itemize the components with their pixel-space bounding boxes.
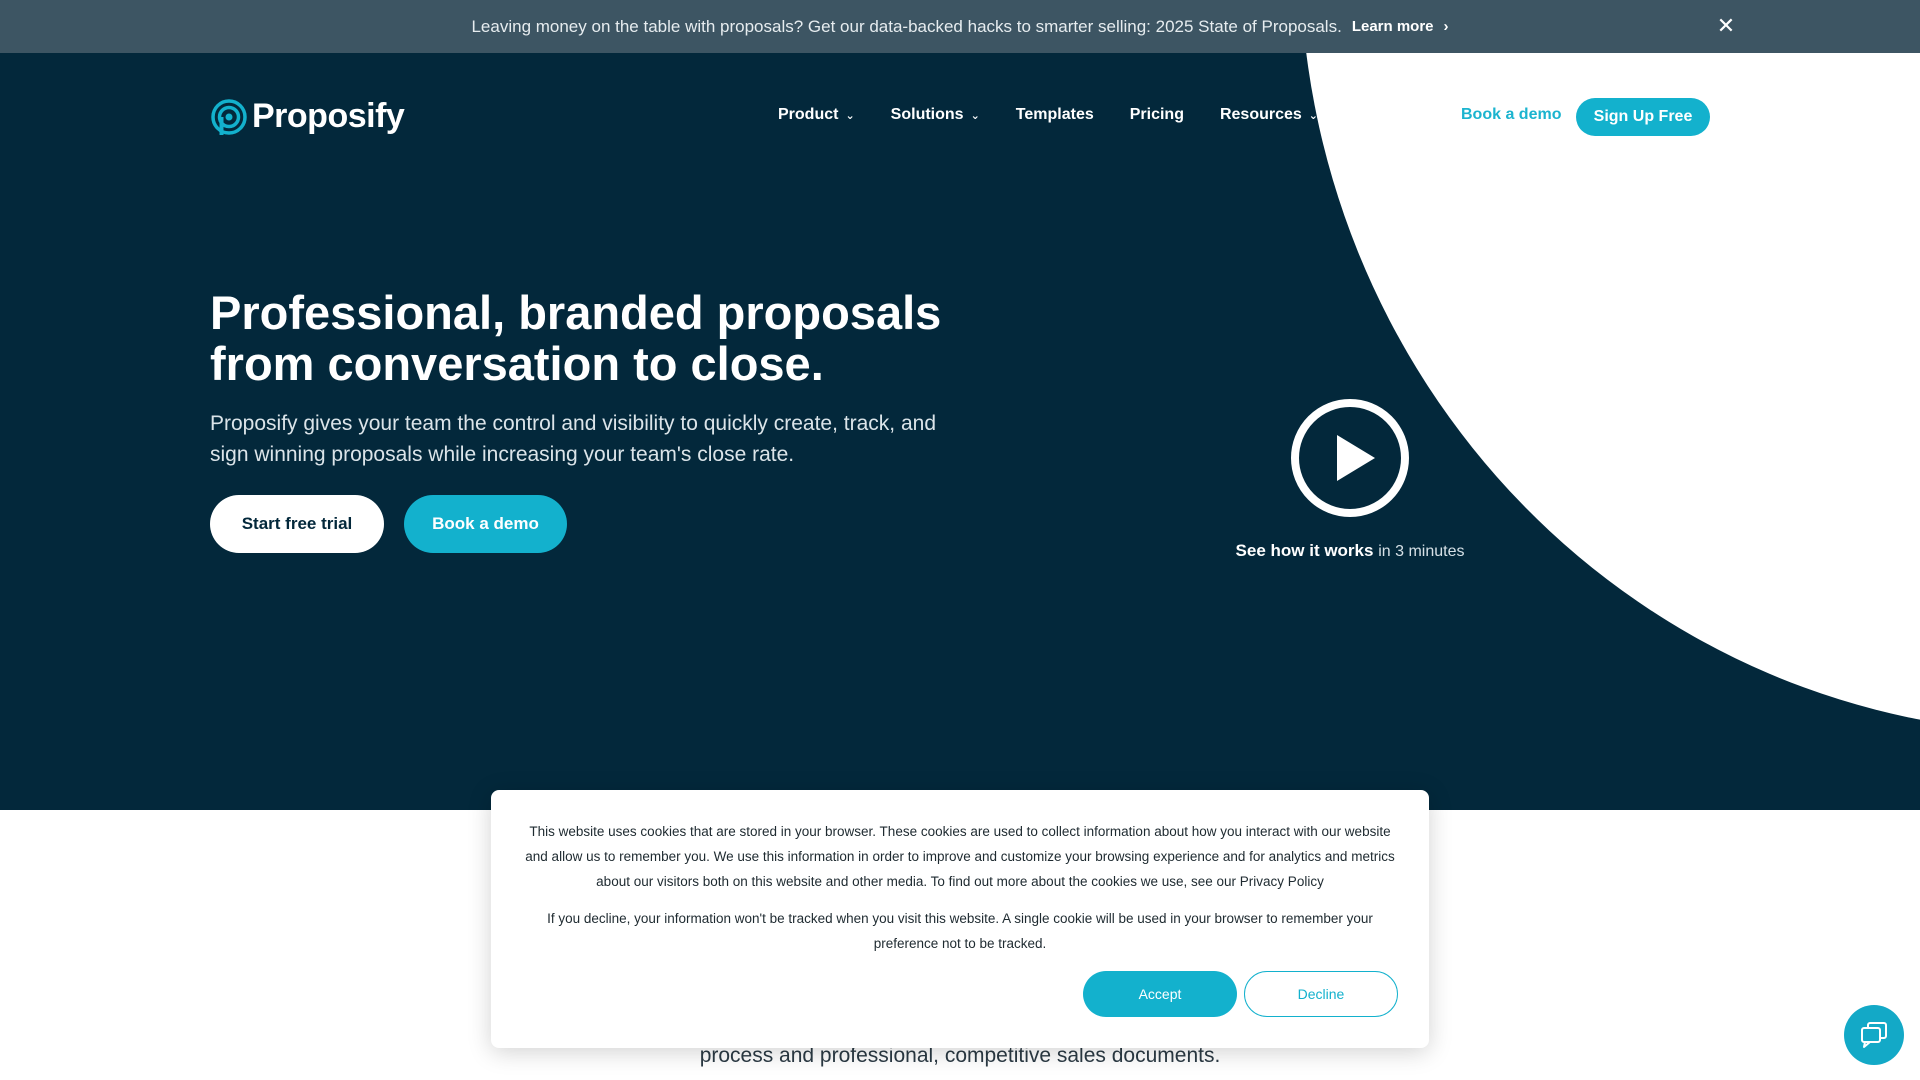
chevron-down-icon: ⌄ <box>845 109 855 122</box>
nav-item-pricing[interactable]: Pricing <box>1130 106 1184 124</box>
video-caption-bold: See how it works <box>1235 541 1374 560</box>
chat-icon <box>1861 1022 1887 1048</box>
nav-item-label: Templates <box>1015 106 1094 123</box>
hero-headline-line1: Professional, branded proposals <box>210 286 942 339</box>
nav-item-label: Pricing <box>1129 106 1184 123</box>
logo-text: Proposify <box>252 97 405 135</box>
nav-item-templates[interactable]: Templates <box>1016 106 1094 124</box>
video-caption-duration: in 3 minutes <box>1378 543 1465 560</box>
nav-item-label: Solutions <box>890 106 964 123</box>
hero-curve-decoration <box>1300 53 1920 733</box>
book-demo-button[interactable]: Book a demo <box>404 495 567 553</box>
nav-item-resources[interactable]: Resources ⌄ <box>1220 106 1318 124</box>
cookie-notice-text: This website uses cookies that are store… <box>525 824 1395 889</box>
nav-item-solutions[interactable]: Solutions ⌄ <box>891 106 980 124</box>
chevron-right-icon: › <box>1443 18 1449 35</box>
chevron-down-icon: ⌄ <box>970 109 980 122</box>
logo[interactable]: Proposify <box>210 97 405 136</box>
chat-widget-button[interactable] <box>1844 1005 1904 1065</box>
accept-cookies-button[interactable]: Accept <box>1083 971 1237 1017</box>
cookie-banner: This website uses cookies that are store… <box>491 790 1429 1048</box>
nav-item-label: Product <box>778 106 839 123</box>
close-icon[interactable]: ✕ <box>1714 14 1738 38</box>
spiral-logo-icon <box>211 98 247 135</box>
hero-subhead: Proposify gives your team the control an… <box>210 412 936 466</box>
nav-item-label: Resources <box>1219 106 1302 123</box>
play-icon[interactable] <box>1289 397 1411 519</box>
hero-headline-line2: from conversation to close. <box>210 337 824 390</box>
hero-headline: Professional, branded proposals from con… <box>210 287 970 389</box>
nav-book-demo-link[interactable]: Book a demo <box>1461 106 1561 124</box>
learn-more-link[interactable]: Learn more › <box>1352 18 1449 35</box>
decline-cookies-button[interactable]: Decline <box>1244 971 1398 1017</box>
cookie-decline-notice-text: If you decline, your information won't b… <box>547 911 1373 951</box>
signup-button[interactable]: Sign Up Free <box>1576 98 1710 136</box>
learn-more-label: Learn more <box>1351 18 1434 35</box>
nav-item-login[interactable]: Log in <box>1354 106 1402 124</box>
nav-item-label: Log in <box>1354 106 1402 123</box>
main-nav: Product ⌄ Solutions ⌄ Templates Pricing … <box>778 106 1402 124</box>
start-free-trial-button[interactable]: Start free trial <box>210 495 384 553</box>
nav-item-product[interactable]: Product ⌄ <box>778 106 855 124</box>
video-caption[interactable]: See how it works in 3 minutes <box>1234 541 1466 561</box>
chevron-down-icon: ⌄ <box>1308 109 1319 122</box>
announcement-message: Leaving money on the table with proposal… <box>471 16 1342 36</box>
announcement-bar: Leaving money on the table with proposal… <box>0 0 1920 53</box>
